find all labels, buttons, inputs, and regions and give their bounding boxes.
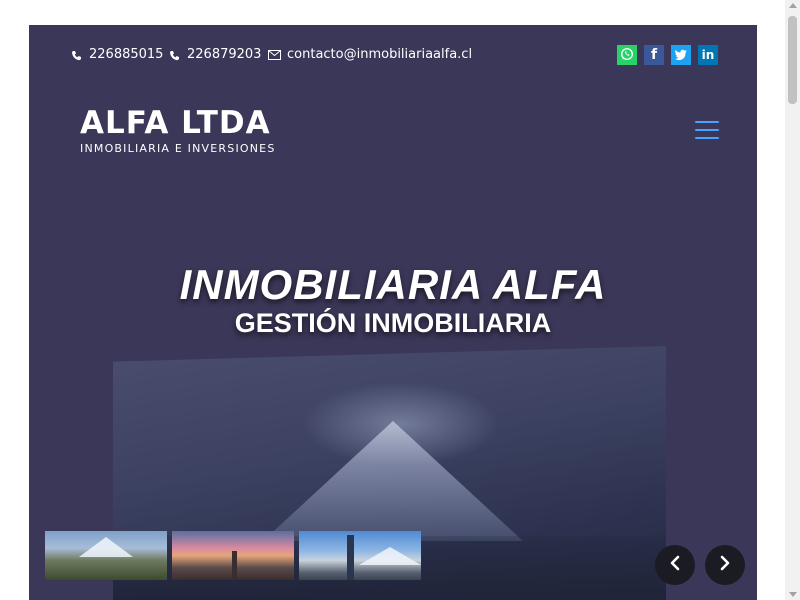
email-address: contacto@inmobiliariaalfa.cl [287, 47, 473, 62]
thumbnail-volcano [79, 537, 133, 557]
logo-subtitle: INMOBILIARIA E INVERSIONES [80, 142, 276, 155]
whatsapp-icon [620, 46, 634, 65]
slider-prev-button[interactable] [655, 545, 695, 585]
slide-thumbnail-2[interactable] [172, 531, 294, 580]
scrollbar-thumb[interactable] [788, 16, 797, 104]
slider-next-button[interactable] [705, 545, 745, 585]
chevron-left-icon [668, 555, 682, 575]
phone-number-1: 226885015 [89, 47, 164, 62]
thumbnail-tower [347, 535, 354, 580]
phone-link-1[interactable]: 226885015 [69, 47, 163, 63]
facebook-icon: f [650, 47, 658, 63]
phone-link-2[interactable]: 226879203 [167, 47, 261, 63]
twitter-icon [674, 46, 688, 65]
hamburger-line [695, 121, 719, 123]
linkedin-icon: in [701, 48, 715, 62]
hamburger-menu-icon[interactable] [695, 121, 719, 139]
chevron-right-icon [718, 555, 732, 575]
slide-thumbnail-1[interactable] [45, 531, 167, 580]
site-page: 226885015 226879203 contacto@inmobiliari… [29, 25, 757, 600]
site-logo[interactable]: ALFA LTDA INMOBILIARIA E INVERSIONES [80, 105, 292, 157]
scroll-up-arrow-icon[interactable] [789, 3, 797, 8]
phone-icon [167, 48, 181, 62]
twitter-button[interactable] [671, 45, 691, 65]
hamburger-line [695, 129, 719, 131]
linkedin-button[interactable]: in [698, 45, 718, 65]
thumbnail-mountains [359, 547, 421, 565]
volcano-shape [263, 421, 523, 541]
hamburger-line [695, 137, 719, 139]
thumbnail-building [232, 551, 237, 580]
hero-subtitle: GESTIÓN INMOBILIARIA [234, 308, 552, 338]
phone-number-2: 226879203 [187, 47, 262, 62]
logo-title: ALFA LTDA [80, 105, 271, 141]
envelope-icon [267, 48, 281, 62]
page-scrollbar[interactable] [785, 0, 800, 600]
slide-thumbnail-3[interactable] [299, 531, 421, 580]
scroll-down-arrow-icon[interactable] [789, 592, 797, 597]
contact-topbar: 226885015 226879203 contacto@inmobiliari… [29, 25, 757, 85]
whatsapp-button[interactable] [617, 45, 637, 65]
facebook-button[interactable]: f [644, 45, 664, 65]
phone-icon [69, 48, 83, 62]
email-link[interactable]: contacto@inmobiliariaalfa.cl [267, 47, 472, 63]
hero-title: INMOBILIARIA ALFA [179, 261, 607, 308]
